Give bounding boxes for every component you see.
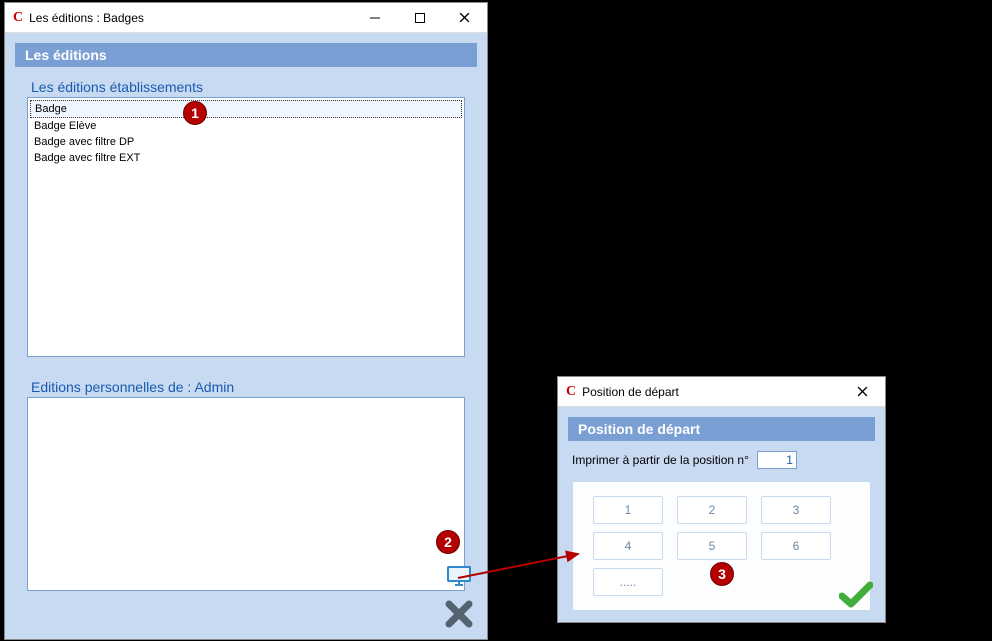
- position-input[interactable]: [757, 451, 797, 469]
- list-item[interactable]: Badge: [30, 100, 462, 118]
- close-icon[interactable]: [445, 600, 473, 633]
- section-establishments-label: Les éditions établissements: [27, 73, 465, 97]
- action-column: [445, 565, 473, 633]
- position-cell-4[interactable]: 4: [593, 532, 663, 560]
- position-cell-2[interactable]: 2: [677, 496, 747, 524]
- section-personal-label: Editions personnelles de : Admin: [27, 373, 465, 397]
- dialog-title: Position de départ: [582, 385, 840, 399]
- annotation-marker-2: 2: [436, 530, 460, 554]
- window-content: Les éditions Les éditions établissements…: [5, 33, 487, 639]
- position-field-row: Imprimer à partir de la position n°: [568, 441, 875, 481]
- window-title: Les éditions : Badges: [29, 11, 352, 25]
- close-button[interactable]: [840, 377, 885, 406]
- titlebar: C Position de départ: [558, 377, 885, 407]
- panel-title: Les éditions: [15, 43, 477, 67]
- confirm-icon[interactable]: [839, 581, 873, 614]
- maximize-button[interactable]: [397, 3, 442, 32]
- preview-icon[interactable]: [445, 565, 473, 594]
- dialog-content: Position de départ Imprimer à partir de …: [558, 407, 885, 622]
- position-cell-3[interactable]: 3: [761, 496, 831, 524]
- titlebar: C Les éditions : Badges: [5, 3, 487, 33]
- position-grid-box: 1 2 3 4 5 6 .....: [572, 481, 871, 611]
- position-cell-more[interactable]: .....: [593, 568, 663, 596]
- position-field-label: Imprimer à partir de la position n°: [572, 453, 749, 467]
- position-cell-1[interactable]: 1: [593, 496, 663, 524]
- app-icon: C: [13, 10, 23, 26]
- minimize-button[interactable]: [352, 3, 397, 32]
- list-item[interactable]: Badge Elève: [30, 118, 462, 134]
- list-item[interactable]: Badge avec filtre EXT: [30, 150, 462, 166]
- annotation-marker-1: 1: [183, 101, 207, 125]
- list-item[interactable]: Badge avec filtre DP: [30, 134, 462, 150]
- personal-listbox[interactable]: [27, 397, 465, 591]
- position-cell-6[interactable]: 6: [761, 532, 831, 560]
- dialog-panel-title: Position de départ: [568, 417, 875, 441]
- position-cell-5[interactable]: 5: [677, 532, 747, 560]
- establishments-listbox[interactable]: Badge Badge Elève Badge avec filtre DP B…: [27, 97, 465, 357]
- app-icon: C: [566, 384, 576, 400]
- annotation-marker-3: 3: [710, 562, 734, 586]
- close-button[interactable]: [442, 3, 487, 32]
- editions-window: C Les éditions : Badges Les éditions Les…: [4, 2, 488, 640]
